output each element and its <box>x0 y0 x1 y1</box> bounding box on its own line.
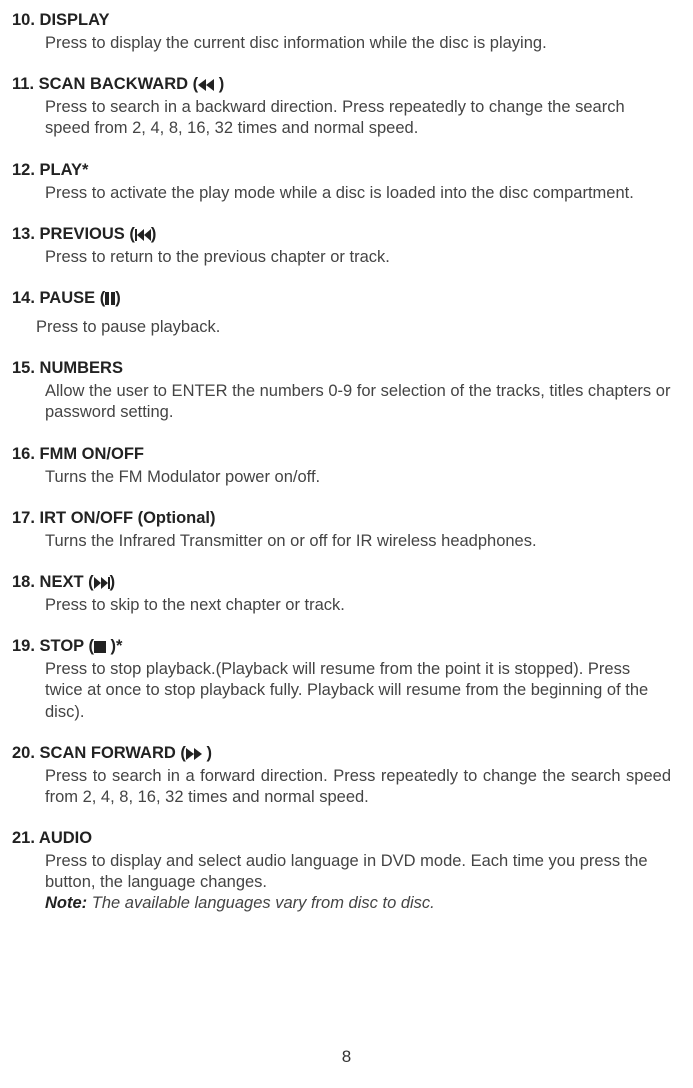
entry-title-row: 19. STOP ( )* <box>12 636 671 657</box>
instruction-entry: 14. PAUSE () Press to pause playback. <box>12 288 671 338</box>
entry-title-suffix: ) <box>151 225 157 243</box>
entry-title-row: 15. NUMBERS <box>12 358 671 379</box>
entry-description: Press to search in a backward direction.… <box>12 97 671 139</box>
entry-number: 10. <box>12 11 35 29</box>
entry-description: Press to display the current disc inform… <box>12 33 671 54</box>
entry-description: Turns the FM Modulator power on/off. <box>12 467 671 488</box>
entry-number: 20. <box>12 744 35 762</box>
entry-title: PAUSE ( <box>40 289 106 307</box>
entry-description: Press to activate the play mode while a … <box>12 183 671 204</box>
instruction-entry: 10. DISPLAYPress to display the current … <box>12 10 671 54</box>
pause-icon <box>105 292 115 305</box>
entry-title-row: 20. SCAN FORWARD ( ) <box>12 743 671 764</box>
entry-title-row: 12. PLAY* <box>12 160 671 181</box>
note-label: Note: <box>45 894 87 912</box>
entry-title: AUDIO <box>39 829 92 847</box>
entry-title: SCAN BACKWARD ( <box>39 75 199 93</box>
instruction-entry: 11. SCAN BACKWARD ( )Press to search in … <box>12 74 671 139</box>
previous-icon-wrapper <box>135 225 151 243</box>
scan-backward-icon-wrapper <box>198 75 214 93</box>
next-icon-wrapper <box>94 573 110 591</box>
page-number: 8 <box>0 1046 693 1068</box>
entry-title-suffix: ) <box>115 289 121 307</box>
entry-description: Turns the Infrared Transmitter on or off… <box>12 531 671 552</box>
entry-note: Note: The available languages vary from … <box>12 893 671 914</box>
instruction-entry: 19. STOP ( )*Press to stop playback.(Pla… <box>12 636 671 722</box>
entry-title-row: 10. DISPLAY <box>12 10 671 31</box>
entry-description: Press to skip to the next chapter or tra… <box>12 595 671 616</box>
entry-title-row: 17. IRT ON/OFF (Optional) <box>12 508 671 529</box>
scan-backward-icon <box>198 79 214 91</box>
entry-title-suffix: )* <box>106 637 123 655</box>
entry-title-row: 21. AUDIO <box>12 828 671 849</box>
entry-number: 17. <box>12 509 35 527</box>
pause-icon-wrapper <box>105 289 115 307</box>
entry-title: PLAY* <box>40 161 89 179</box>
instruction-entry: 17. IRT ON/OFF (Optional)Turns the Infra… <box>12 508 671 552</box>
entry-number: 14. <box>12 289 35 307</box>
entry-title: DISPLAY <box>40 11 110 29</box>
entry-title: NUMBERS <box>40 359 123 377</box>
entry-title-row: 11. SCAN BACKWARD ( ) <box>12 74 671 95</box>
note-text: The available languages vary from disc t… <box>87 894 435 912</box>
entry-title-row: 16. FMM ON/OFF <box>12 444 671 465</box>
entry-title: SCAN FORWARD ( <box>40 744 186 762</box>
entry-title: NEXT ( <box>40 573 94 591</box>
entry-description: Press to return to the previous chapter … <box>12 247 671 268</box>
instruction-entry: 15. NUMBERSAllow the user to ENTER the n… <box>12 358 671 423</box>
entry-description: Allow the user to ENTER the numbers 0-9 … <box>12 381 671 423</box>
instruction-list: 10. DISPLAYPress to display the current … <box>12 10 671 914</box>
entry-number: 12. <box>12 161 35 179</box>
stop-icon-wrapper <box>94 637 106 655</box>
entry-title: STOP ( <box>40 637 94 655</box>
entry-number: 16. <box>12 445 35 463</box>
entry-title: IRT ON/OFF (Optional) <box>40 509 216 527</box>
entry-title-row: 14. PAUSE () <box>12 288 671 309</box>
entry-title-suffix: ) <box>214 75 224 93</box>
entry-number: 19. <box>12 637 35 655</box>
entry-description: Press to search in a forward direction. … <box>12 766 671 808</box>
instruction-entry: 20. SCAN FORWARD ( )Press to search in a… <box>12 743 671 808</box>
entry-number: 18. <box>12 573 35 591</box>
entry-number: 15. <box>12 359 35 377</box>
instruction-entry: 13. PREVIOUS ()Press to return to the pr… <box>12 224 671 268</box>
scan-forward-icon <box>186 748 202 760</box>
entry-number: 13. <box>12 225 35 243</box>
entry-number: 21. <box>12 829 35 847</box>
next-icon <box>94 577 110 589</box>
entry-description: Press to stop playback.(Playback will re… <box>12 659 671 722</box>
instruction-entry: 16. FMM ON/OFFTurns the FM Modulator pow… <box>12 444 671 488</box>
entry-title: PREVIOUS ( <box>40 225 135 243</box>
entry-description: Press to display and select audio langua… <box>12 851 671 893</box>
scan-forward-icon-wrapper <box>186 744 202 762</box>
entry-title-suffix: ) <box>110 573 116 591</box>
entry-title: FMM ON/OFF <box>40 445 144 463</box>
entry-title-suffix: ) <box>202 744 212 762</box>
previous-icon <box>135 229 151 241</box>
entry-description: Press to pause playback. <box>12 317 671 338</box>
entry-number: 11. <box>12 75 34 93</box>
stop-icon <box>94 641 106 653</box>
entry-title-row: 18. NEXT () <box>12 572 671 593</box>
instruction-entry: 18. NEXT ()Press to skip to the next cha… <box>12 572 671 616</box>
instruction-entry: 21. AUDIOPress to display and select aud… <box>12 828 671 914</box>
entry-title-row: 13. PREVIOUS () <box>12 224 671 245</box>
instruction-entry: 12. PLAY*Press to activate the play mode… <box>12 160 671 204</box>
